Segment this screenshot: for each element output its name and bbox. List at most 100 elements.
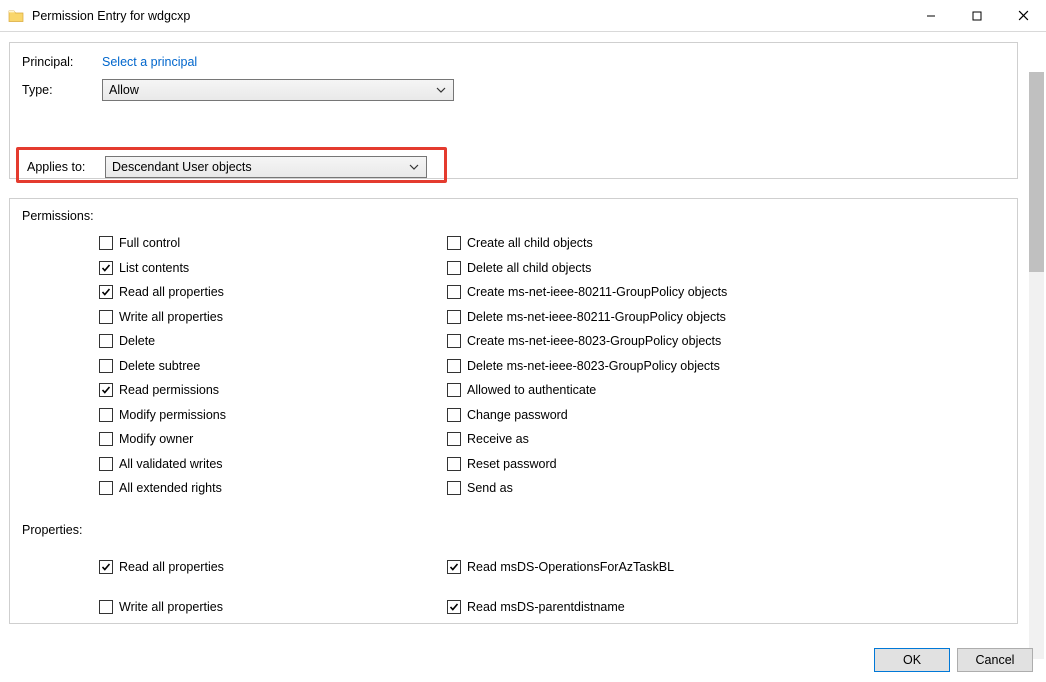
applies-to-highlight: Applies to: Descendant User objects — [16, 147, 447, 183]
permission-checkbox[interactable] — [99, 261, 113, 275]
property-label: Read all properties — [119, 560, 224, 574]
permission-checkbox[interactable] — [99, 408, 113, 422]
title-bar: Permission Entry for wdgcxp — [0, 0, 1046, 32]
permission-row: Modify permissions — [99, 403, 447, 428]
permission-row: Delete — [99, 329, 447, 354]
applies-to-dropdown-value: Descendant User objects — [112, 160, 408, 174]
permission-row: Delete ms-net-ieee-80211-GroupPolicy obj… — [447, 305, 872, 330]
permission-label: Delete subtree — [119, 359, 200, 373]
folder-icon — [8, 8, 24, 24]
minimize-button[interactable] — [908, 0, 954, 31]
dialog-footer: OK Cancel — [874, 648, 1033, 672]
permission-checkbox[interactable] — [99, 359, 113, 373]
permission-row: All validated writes — [99, 452, 447, 477]
permission-row: Send as — [447, 476, 872, 501]
permission-label: Delete ms-net-ieee-8023-GroupPolicy obje… — [467, 359, 720, 373]
permissions-section-label: Permissions: — [22, 209, 1005, 223]
permission-row: Receive as — [447, 427, 872, 452]
permission-label: Change password — [467, 408, 568, 422]
applies-to-label: Applies to: — [27, 160, 105, 174]
permission-checkbox[interactable] — [447, 383, 461, 397]
permission-label: Modify owner — [119, 432, 193, 446]
property-checkbox[interactable] — [447, 560, 461, 574]
permission-label: Reset password — [467, 457, 557, 471]
permission-label: Write all properties — [119, 310, 223, 324]
permission-checkbox[interactable] — [99, 481, 113, 495]
permission-label: Send as — [467, 481, 513, 495]
permission-row: All extended rights — [99, 476, 447, 501]
close-button[interactable] — [1000, 0, 1046, 31]
cancel-button-label: Cancel — [976, 653, 1015, 667]
permission-checkbox[interactable] — [99, 285, 113, 299]
property-row: Write all properties — [99, 587, 447, 625]
principal-panel: Principal: Select a principal Type: Allo… — [9, 42, 1018, 179]
permission-checkbox[interactable] — [447, 261, 461, 275]
property-checkbox[interactable] — [99, 560, 113, 574]
permission-checkbox[interactable] — [447, 481, 461, 495]
permission-label: Delete — [119, 334, 155, 348]
maximize-button[interactable] — [954, 0, 1000, 31]
permission-label: Create ms-net-ieee-8023-GroupPolicy obje… — [467, 334, 721, 348]
permission-checkbox[interactable] — [99, 457, 113, 471]
ok-button[interactable]: OK — [874, 648, 950, 672]
permission-row: Change password — [447, 403, 872, 428]
type-dropdown-value: Allow — [109, 83, 435, 97]
properties-section-label: Properties: — [22, 523, 1005, 537]
window-title: Permission Entry for wdgcxp — [32, 9, 190, 23]
permission-label: Allowed to authenticate — [467, 383, 596, 397]
permission-checkbox[interactable] — [447, 408, 461, 422]
type-dropdown[interactable]: Allow — [102, 79, 454, 101]
permission-checkbox[interactable] — [447, 359, 461, 373]
type-label: Type: — [22, 83, 102, 97]
permission-row: Create all child objects — [447, 231, 872, 256]
permission-checkbox[interactable] — [99, 334, 113, 348]
permission-checkbox[interactable] — [447, 432, 461, 446]
permission-checkbox[interactable] — [447, 236, 461, 250]
ok-button-label: OK — [903, 653, 921, 667]
permission-label: Read all properties — [119, 285, 224, 299]
property-label: Read msDS-OperationsForAzTaskBL — [467, 560, 674, 574]
permission-label: Create all child objects — [467, 236, 593, 250]
permission-label: All validated writes — [119, 457, 223, 471]
principal-label: Principal: — [22, 55, 102, 69]
permission-label: Delete ms-net-ieee-80211-GroupPolicy obj… — [467, 310, 726, 324]
property-label: Read msDS-parentdistname — [467, 600, 625, 614]
permission-checkbox[interactable] — [447, 457, 461, 471]
permission-label: Full control — [119, 236, 180, 250]
permission-row: Full control — [99, 231, 447, 256]
permission-row: Write all properties — [99, 305, 447, 330]
permission-label: Delete all child objects — [467, 261, 591, 275]
permission-checkbox[interactable] — [447, 334, 461, 348]
property-label: Write all properties — [119, 600, 223, 614]
property-checkbox[interactable] — [99, 600, 113, 614]
permission-checkbox[interactable] — [447, 285, 461, 299]
permission-checkbox[interactable] — [99, 236, 113, 250]
applies-to-dropdown[interactable]: Descendant User objects — [105, 156, 427, 178]
permission-row: Reset password — [447, 452, 872, 477]
permissions-panel: Permissions: Full control List contents Re… — [9, 198, 1018, 624]
permission-checkbox[interactable] — [447, 310, 461, 324]
permission-label: List contents — [119, 261, 189, 275]
permission-checkbox[interactable] — [99, 432, 113, 446]
permission-label: All extended rights — [119, 481, 222, 495]
cancel-button[interactable]: Cancel — [957, 648, 1033, 672]
vertical-scrollbar[interactable] — [1029, 72, 1044, 659]
permission-row: List contents — [99, 256, 447, 281]
permission-label: Modify permissions — [119, 408, 226, 422]
property-row: Read all properties — [99, 547, 447, 587]
permission-row: Read all properties — [99, 280, 447, 305]
property-checkbox[interactable] — [447, 600, 461, 614]
property-row: Read msDS-OperationsForAzTaskBL — [447, 547, 872, 587]
permission-row: Modify owner — [99, 427, 447, 452]
select-principal-link[interactable]: Select a principal — [102, 55, 197, 69]
permission-row: Read permissions — [99, 378, 447, 403]
permission-row: Delete all child objects — [447, 256, 872, 281]
permission-row: Delete subtree — [99, 354, 447, 379]
permission-label: Read permissions — [119, 383, 219, 397]
permission-row: Allowed to authenticate — [447, 378, 872, 403]
permission-checkbox[interactable] — [99, 383, 113, 397]
permission-checkbox[interactable] — [99, 310, 113, 324]
chevron-down-icon — [435, 84, 447, 96]
scrollbar-thumb[interactable] — [1029, 72, 1044, 272]
permission-row: Create ms-net-ieee-80211-GroupPolicy obj… — [447, 280, 872, 305]
